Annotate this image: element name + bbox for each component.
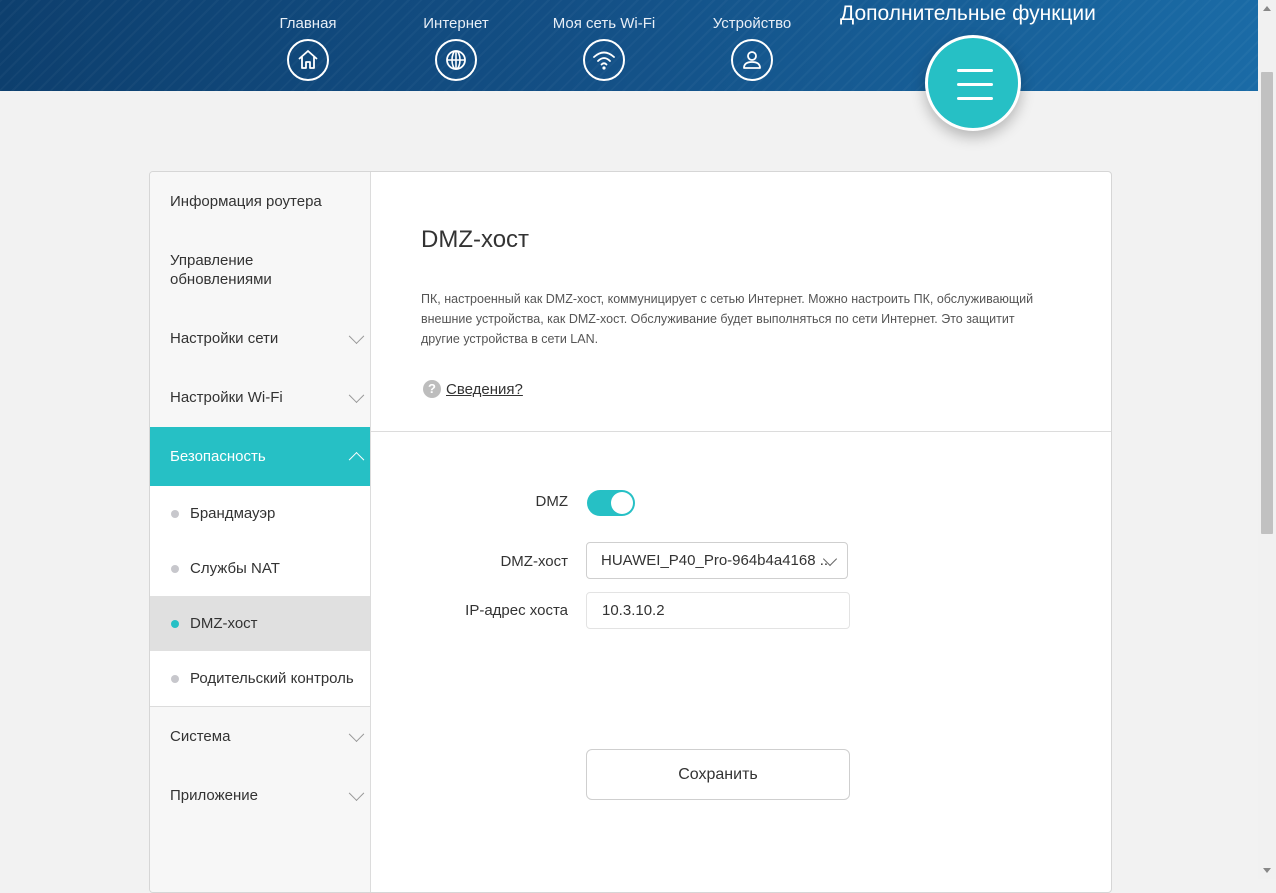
sidebar-subitem-label: Родительский контроль	[190, 670, 354, 687]
bullet-dot	[171, 619, 179, 628]
chevron-down-icon	[348, 327, 365, 344]
nav-advanced-label[interactable]: Дополнительные функции	[840, 2, 1096, 26]
sidebar-subitem-dmz[interactable]: DMZ-хост	[150, 596, 370, 651]
sidebar-item-label: Система	[170, 728, 231, 745]
bullet-dot	[171, 509, 179, 518]
sidebar-subitem-label: DMZ-хост	[190, 615, 258, 632]
sidebar-item-label: Управление обновлениями	[170, 252, 272, 288]
globe-icon	[435, 39, 477, 81]
sidebar-item-label: Настройки Wi-Fi	[170, 389, 283, 406]
divider	[371, 431, 1111, 432]
dmz-host-select[interactable]: HUAWEI_P40_Pro-964b4a4168 ...	[586, 542, 848, 579]
sidebar-item-apps[interactable]: Приложение	[150, 766, 370, 825]
home-icon	[287, 39, 329, 81]
sidebar-subitem-label: Службы NAT	[190, 560, 280, 577]
help-icon[interactable]: ?	[423, 380, 441, 398]
host-ip-value: 10.3.10.2	[602, 602, 665, 619]
page-description: ПК, настроенный как DMZ-хост, коммуницир…	[421, 292, 1034, 346]
dmz-toggle[interactable]	[587, 490, 635, 516]
content-area: DMZ-хост ПК, настроенный как DMZ-хост, к…	[371, 172, 1111, 892]
page-scrollbar[interactable]	[1258, 0, 1276, 879]
sidebar-item-wifi-settings[interactable]: Настройки Wi-Fi	[150, 368, 370, 427]
scrollbar-thumb[interactable]	[1261, 72, 1273, 534]
sidebar-item-update-management[interactable]: Управление обновлениями	[150, 231, 370, 309]
top-navigation-bar: Главная Интернет Моя сеть Wi-Fi Устройст…	[0, 0, 1258, 91]
toggle-knob	[611, 492, 633, 514]
scroll-down-icon[interactable]	[1263, 868, 1271, 873]
chevron-down-icon	[348, 784, 365, 801]
security-submenu: Брандмауэр Службы NAT DMZ-хост Родительс…	[150, 486, 370, 707]
bullet-dot	[171, 674, 179, 683]
sidebar-item-system[interactable]: Система	[150, 707, 370, 766]
save-button[interactable]: Сохранить	[586, 749, 850, 800]
user-icon	[731, 39, 773, 81]
nav-wifi[interactable]: Моя сеть Wi-Fi	[544, 0, 664, 81]
bullet-dot	[171, 564, 179, 573]
sidebar-subitem-nat[interactable]: Службы NAT	[150, 541, 370, 596]
help-row[interactable]: ? Сведения?	[423, 380, 523, 398]
host-ip-input[interactable]: 10.3.10.2	[586, 592, 850, 629]
scroll-up-icon[interactable]	[1263, 6, 1271, 11]
page-title: DMZ-хост	[421, 226, 530, 253]
dmz-label: DMZ	[535, 493, 569, 510]
nav-internet[interactable]: Интернет	[396, 0, 516, 81]
dmz-host-label: DMZ-хост	[500, 553, 568, 570]
sidebar-item-label: Приложение	[170, 787, 258, 804]
sidebar-subitem-parental-control[interactable]: Родительский контроль	[150, 651, 370, 706]
chevron-down-icon	[348, 725, 365, 742]
sidebar-item-network-settings[interactable]: Настройки сети	[150, 309, 370, 368]
sidebar-item-router-info[interactable]: Информация роутера	[150, 172, 370, 231]
settings-panel: Информация роутера Управление обновления…	[149, 171, 1112, 893]
sidebar-item-label: Информация роутера	[170, 193, 322, 210]
nav-home[interactable]: Главная	[248, 0, 368, 81]
sidebar-item-label: Настройки сети	[170, 330, 279, 347]
sidebar-item-security[interactable]: Безопасность	[150, 427, 370, 486]
nav-home-label: Главная	[279, 15, 337, 32]
sidebar-item-label: Безопасность	[170, 448, 266, 465]
nav-device[interactable]: Устройство	[692, 0, 812, 81]
sidebar-subitem-label: Брандмауэр	[190, 505, 276, 522]
menu-icon[interactable]	[925, 35, 1021, 131]
nav-internet-label: Интернет	[423, 15, 489, 32]
help-link[interactable]: Сведения?	[446, 381, 523, 398]
chevron-up-icon	[348, 451, 365, 468]
chevron-down-icon	[348, 386, 365, 403]
dmz-host-value: HUAWEI_P40_Pro-964b4a4168 ...	[601, 552, 833, 569]
sidebar-subitem-firewall[interactable]: Брандмауэр	[150, 486, 370, 541]
nav-device-label: Устройство	[712, 15, 792, 32]
wifi-icon	[583, 39, 625, 81]
nav-wifi-label: Моя сеть Wi-Fi	[552, 15, 656, 32]
host-ip-label: IP-адрес хоста	[465, 602, 568, 619]
sidebar: Информация роутера Управление обновления…	[150, 172, 371, 892]
